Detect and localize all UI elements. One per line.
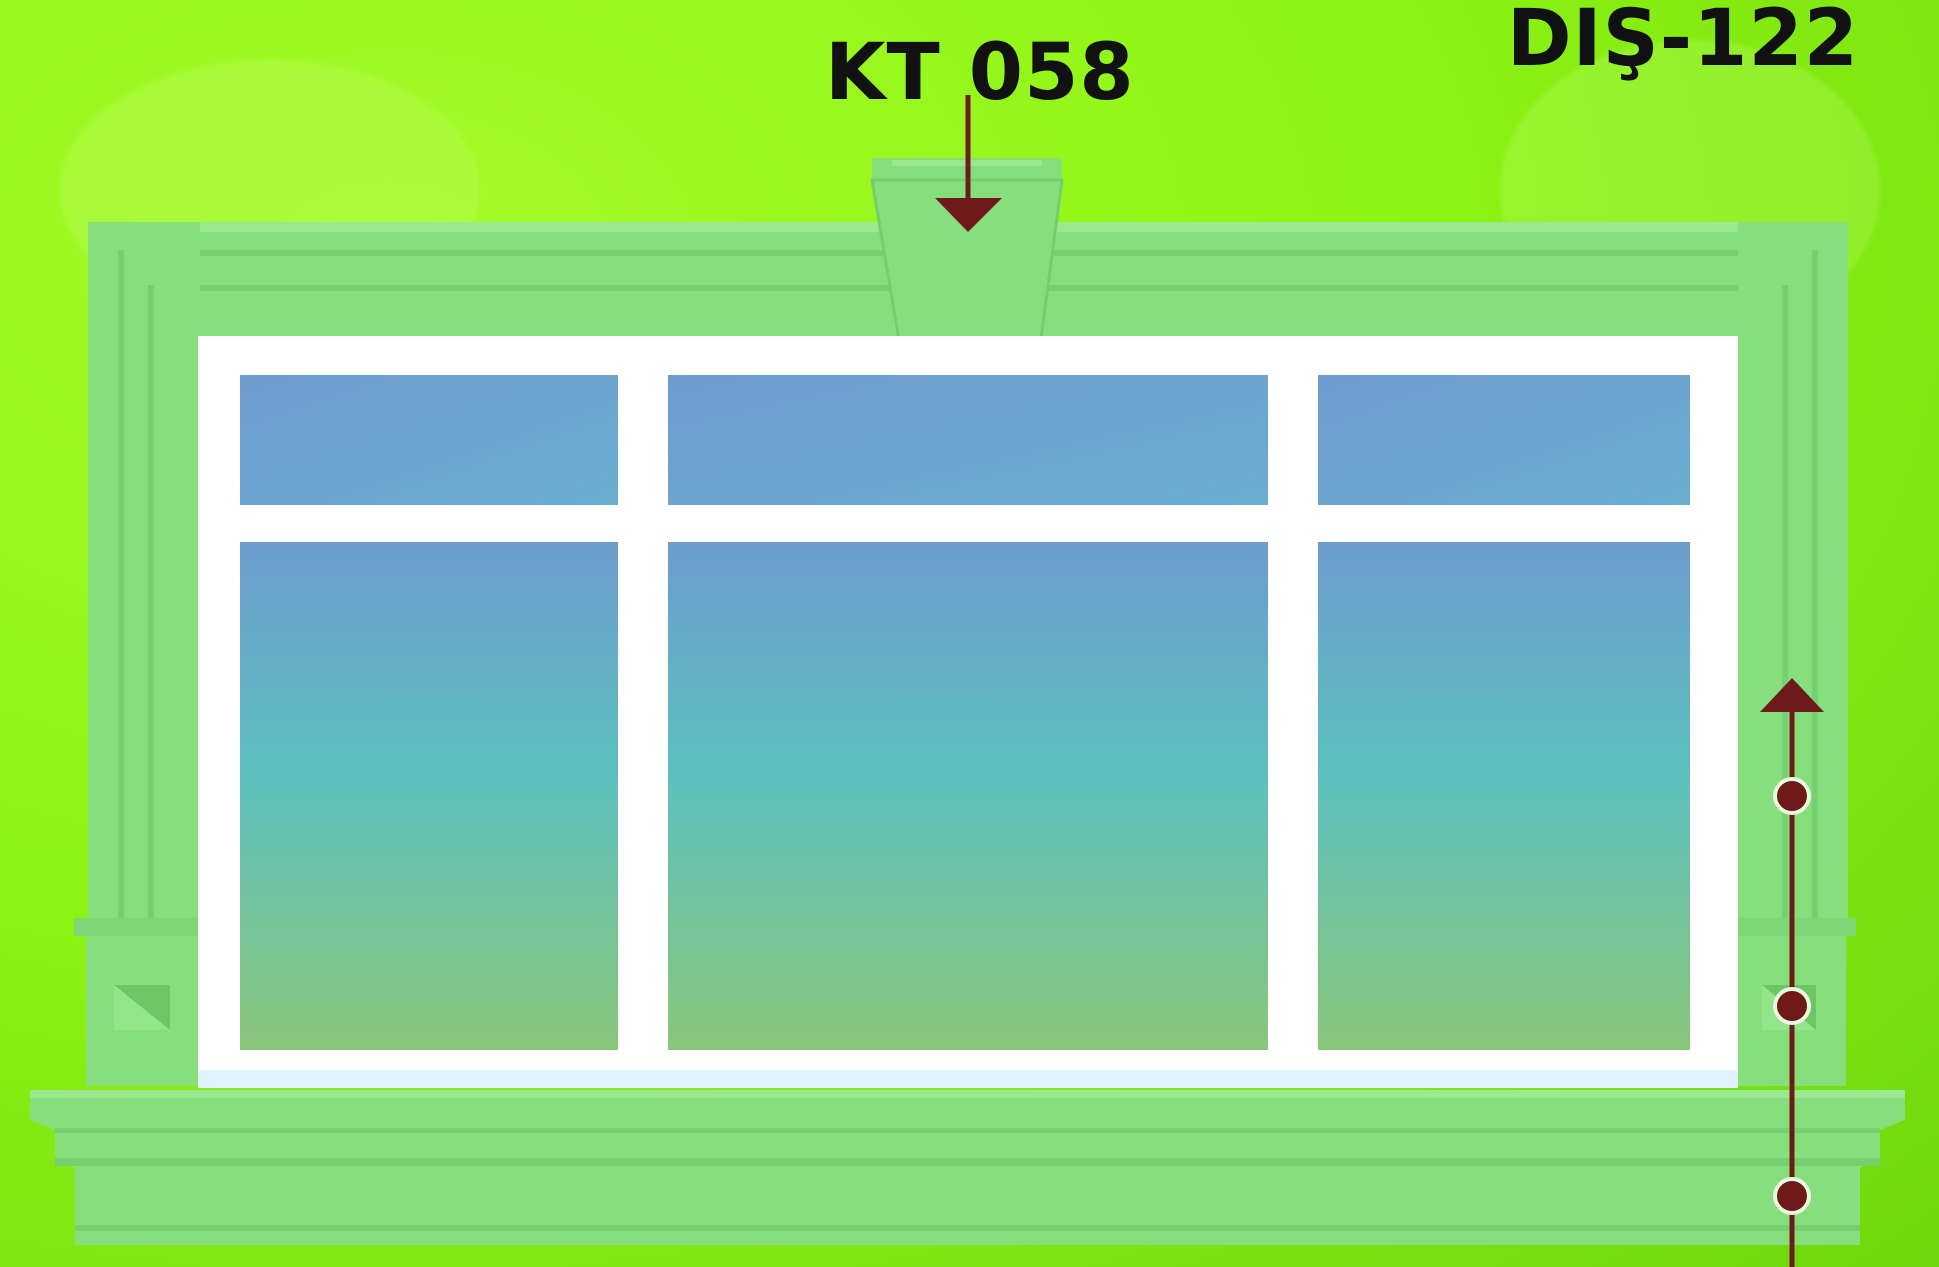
dot-marker-icon: [1773, 987, 1811, 1025]
dot-marker-icon: [1773, 777, 1811, 815]
window-molding-diagram: [30, 95, 1905, 1267]
glass-panes: [240, 375, 1690, 1050]
left-pilaster-base: [74, 918, 212, 1086]
dot-marker-icon: [1773, 1177, 1811, 1215]
window-sill: [30, 1090, 1905, 1245]
